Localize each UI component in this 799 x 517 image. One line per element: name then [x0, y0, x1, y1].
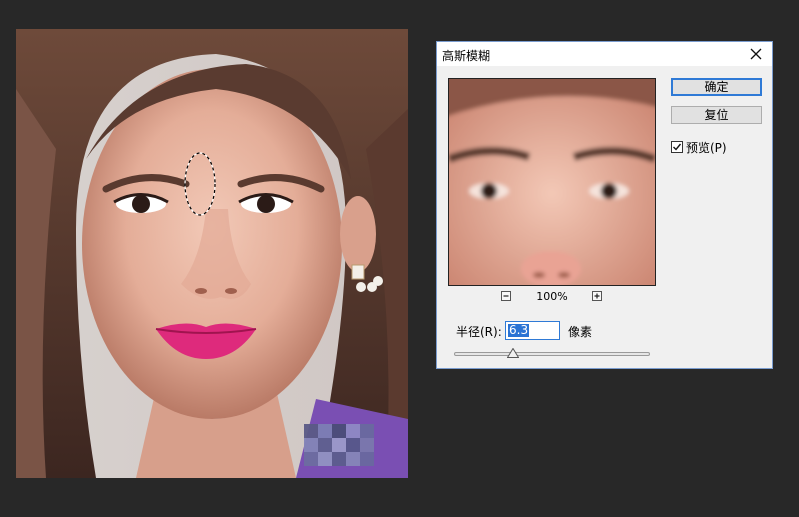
preview-label: 预览(P) [686, 141, 727, 155]
zoom-controls: 100% [497, 290, 607, 304]
preview-image [449, 79, 655, 285]
preview-checkbox[interactable] [671, 141, 683, 153]
minus-icon [503, 295, 509, 297]
close-button[interactable] [742, 43, 770, 65]
workspace: 高斯模糊 100% 确定 复位 预览(P) 半径(R): 6.3 像素 [0, 0, 799, 517]
gaussian-blur-dialog: 高斯模糊 100% 确定 复位 预览(P) 半径(R): 6.3 像素 [436, 41, 773, 369]
ok-button[interactable]: 确定 [671, 78, 762, 96]
radius-value: 6.3 [508, 323, 530, 337]
plus-icon [594, 293, 600, 299]
radius-label: 半径(R): [456, 325, 502, 339]
slider-thumb-icon [506, 348, 519, 358]
zoom-out-button[interactable] [501, 291, 511, 301]
radius-slider-track[interactable] [454, 352, 650, 356]
unit-label: 像素 [568, 325, 593, 339]
radius-slider-thumb[interactable] [506, 348, 519, 358]
radius-input[interactable]: 6.3 [505, 321, 560, 340]
canvas-photo[interactable] [16, 29, 408, 478]
dialog-titlebar[interactable]: 高斯模糊 [437, 42, 772, 66]
zoom-in-button[interactable] [592, 291, 602, 301]
close-icon [750, 48, 762, 60]
checkmark-icon [673, 143, 682, 151]
zoom-value: 100% [536, 290, 568, 303]
dialog-title: 高斯模糊 [442, 49, 491, 63]
portrait-image [16, 29, 408, 478]
reset-button[interactable]: 复位 [671, 106, 762, 124]
blur-preview[interactable] [448, 78, 656, 286]
